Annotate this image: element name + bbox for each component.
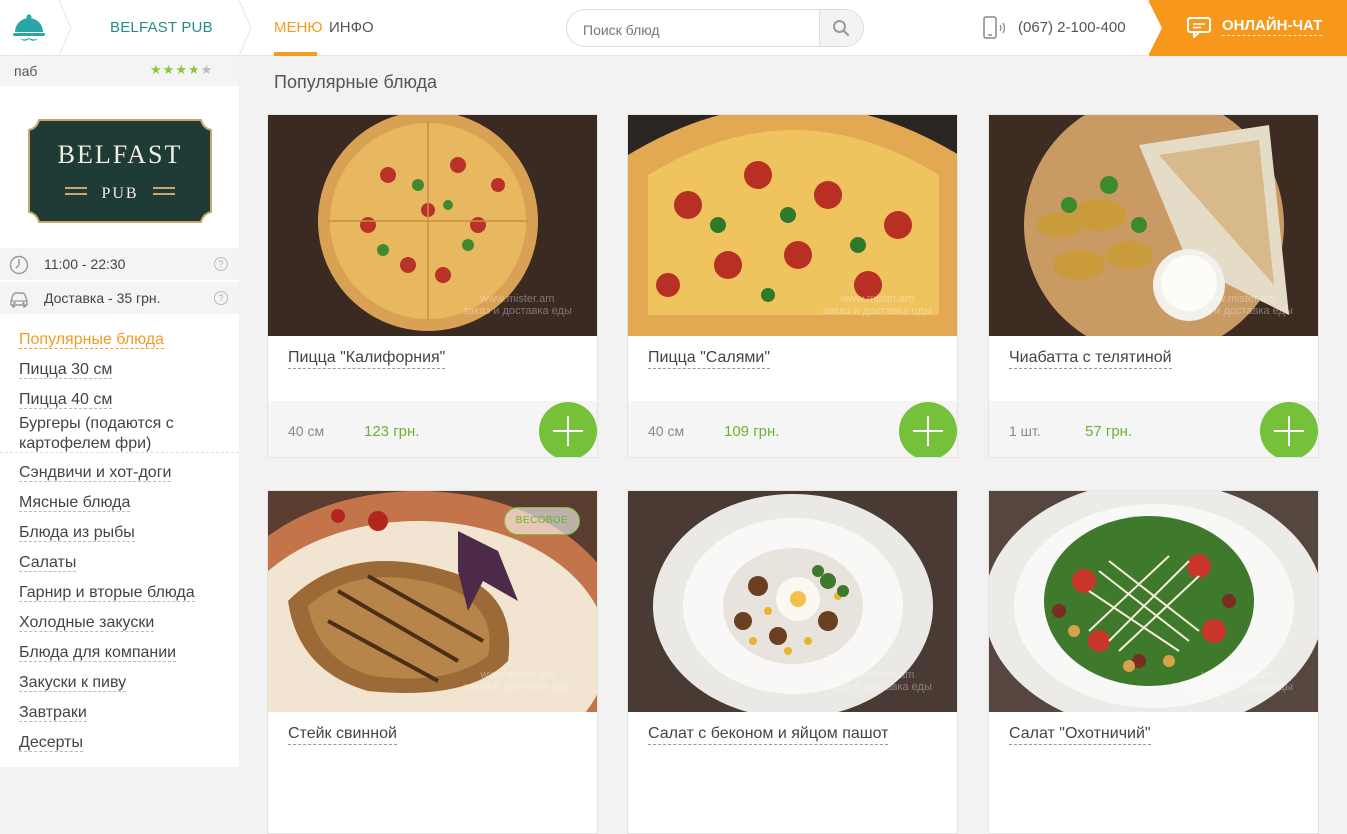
active-tab-indicator: [274, 52, 317, 56]
dish-price: 109 грн.: [724, 423, 780, 440]
category-popular[interactable]: Популярные блюда: [19, 330, 164, 350]
clock-icon: [9, 255, 29, 275]
restaurant-logo: BELFAST PUB: [28, 119, 212, 223]
watermark: www.mister.am заказ и доставка еды: [1184, 669, 1293, 693]
search-icon: [833, 20, 850, 37]
delivery-row: Доставка - 35 грн. ?: [0, 282, 239, 314]
logo-text-line2: PUB: [101, 185, 138, 202]
dish-card: www.mister.am заказ и доставка еды Чиабат…: [988, 114, 1319, 458]
opening-hours: 11:00 - 22:30: [44, 256, 126, 272]
rating-stars: ★★★★★: [150, 62, 213, 78]
watermark: www.mister.am заказ и доставка еды: [463, 669, 572, 693]
dish-size: 40 см: [648, 423, 685, 439]
category-fish[interactable]: Блюда из рыбы: [19, 523, 135, 543]
weight-badge: ВЕСОВОЕ: [504, 507, 580, 535]
help-icon[interactable]: ?: [214, 257, 228, 271]
category-meat[interactable]: Мясные блюда: [19, 493, 131, 513]
star-icon: ★: [175, 62, 188, 77]
dish-name[interactable]: Салат с беконом и яйцом пашот: [648, 724, 889, 745]
restaurant-name[interactable]: BELFAST PUB: [110, 19, 213, 36]
dish-name[interactable]: Пицца "Салями": [648, 348, 771, 369]
chat-bubble-icon: [1187, 17, 1211, 38]
dish-name[interactable]: Чиабатта с телятиной: [1009, 348, 1172, 369]
car-icon: [10, 292, 28, 308]
restaurant-type-row: паб ★★★★★: [0, 56, 239, 86]
category-cold-snacks[interactable]: Холодные закуски: [19, 613, 155, 633]
search-box: [566, 9, 864, 47]
dish-card: ВЕСОВОЕ www.mister.am заказ и доставка ед…: [267, 490, 598, 834]
dish-photo[interactable]: www.mister.am заказ и доставка еды: [268, 115, 597, 336]
cloche-logo-icon: [13, 14, 45, 41]
dish-card: www.mister.am заказ и доставка еды Пицца …: [627, 114, 958, 458]
delivery-cost: Доставка - 35 грн.: [44, 290, 161, 306]
chat-label: ОНЛАЙН-ЧАТ: [1222, 17, 1323, 36]
dish-price: 123 грн.: [364, 423, 420, 440]
restaurant-type: паб: [14, 63, 38, 79]
dish-photo[interactable]: www.mister.am заказ и доставка еды: [989, 115, 1318, 336]
online-chat-button[interactable]: ОНЛАЙН-ЧАТ: [1148, 0, 1347, 56]
add-to-cart-button[interactable]: [539, 402, 597, 457]
phone-icon: [983, 16, 1006, 39]
category-burgers[interactable]: Бургеры (подаются с картофелем фри): [19, 414, 219, 454]
add-to-cart-button[interactable]: [1260, 402, 1318, 457]
dish-size: 40 см: [288, 423, 325, 439]
dish-name[interactable]: Пицца "Калифорния": [288, 348, 446, 369]
dish-size: 1 шт.: [1009, 423, 1041, 439]
star-icon: ★: [162, 62, 176, 77]
dish-name[interactable]: Салат "Охотничий": [1009, 724, 1151, 745]
category-for-company[interactable]: Блюда для компании: [19, 643, 177, 663]
add-to-cart-button[interactable]: [899, 402, 957, 457]
star-empty-icon: ★: [200, 62, 214, 77]
category-salads[interactable]: Салаты: [19, 553, 77, 573]
tab-menu[interactable]: МЕНЮ: [274, 19, 323, 36]
category-pizza-30[interactable]: Пицца 30 см: [19, 360, 113, 380]
category-pizza-40[interactable]: Пицца 40 см: [19, 390, 113, 410]
breadcrumb-separator-icon: [238, 0, 252, 56]
dish-photo[interactable]: www.mister.am заказ и доставка еды: [989, 491, 1318, 712]
category-breakfast[interactable]: Завтраки: [19, 703, 87, 723]
category-sides[interactable]: Гарнир и вторые блюда: [19, 583, 195, 603]
dish-photo[interactable]: www.mister.am заказ и доставка еды: [628, 115, 957, 336]
category-sandwiches[interactable]: Сэндвичи и хот-доги: [19, 463, 172, 483]
dish-name[interactable]: Стейк свинной: [288, 724, 397, 745]
dish-card: www.mister.am заказ и доставка еды Салат …: [988, 490, 1319, 834]
site-logo[interactable]: [0, 0, 58, 56]
chat-notch: [1148, 0, 1162, 56]
top-header: BELFAST PUB МЕНЮ ИНФО (067) 2-100-400: [0, 0, 1347, 56]
dish-card: www.mister.am заказ и доставка еды Салат …: [627, 490, 958, 834]
category-beer-snacks[interactable]: Закуски к пиву: [19, 673, 127, 693]
hours-row: 11:00 - 22:30 ?: [0, 248, 239, 280]
star-icon: ★: [150, 62, 163, 77]
watermark: www.mister.am заказ и доставка еды: [823, 293, 932, 317]
dish-photo[interactable]: ВЕСОВОЕ www.mister.am заказ и доставка ед…: [268, 491, 597, 712]
divider: [0, 452, 239, 453]
logo-text-line1: BELFAST: [58, 140, 183, 169]
dish-photo[interactable]: www.mister.am заказ и доставка еды: [628, 491, 957, 712]
help-icon[interactable]: ?: [214, 291, 228, 305]
dish-card: www.mister.am заказ и доставка еды Пицца …: [267, 114, 598, 458]
watermark: www.mister.am заказ и доставка еды: [463, 293, 572, 317]
tab-info[interactable]: ИНФО: [329, 19, 374, 36]
dish-price: 57 грн.: [1085, 423, 1133, 440]
watermark: www.mister.am заказ и доставка еды: [1184, 293, 1293, 317]
search-button[interactable]: [819, 10, 863, 46]
star-icon: ★: [187, 62, 201, 77]
search-input[interactable]: [581, 19, 825, 41]
sidebar: паб ★★★★★ BELFAST PUB 11:00 - 22:30 ? До…: [0, 56, 239, 767]
watermark: www.mister.am заказ и доставка еды: [823, 669, 932, 693]
phone-number[interactable]: (067) 2-100-400: [1018, 19, 1126, 36]
section-title: Популярные блюда: [274, 72, 438, 92]
breadcrumb-separator-icon: [58, 0, 72, 56]
category-desserts[interactable]: Десерты: [19, 733, 84, 753]
